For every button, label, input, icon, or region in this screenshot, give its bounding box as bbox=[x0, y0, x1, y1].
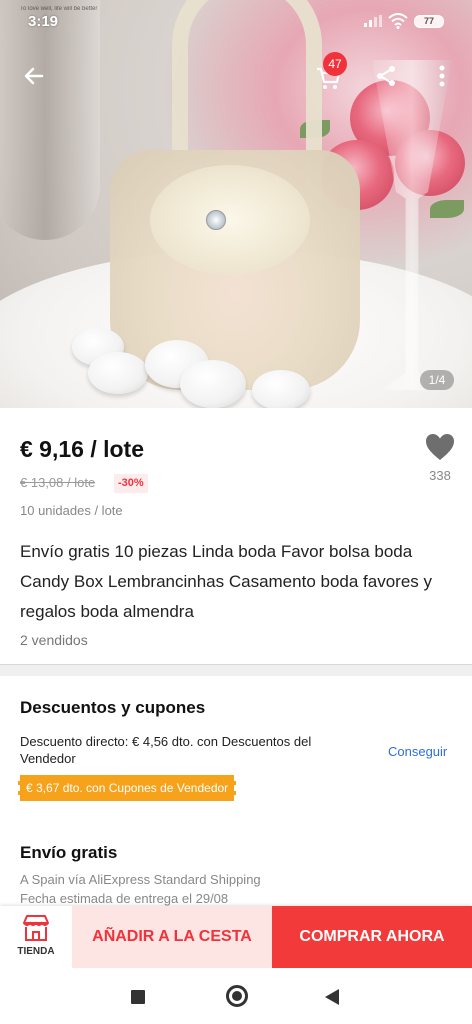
delivery-estimate: Fecha estimada de entrega el 29/08 bbox=[20, 891, 229, 906]
almond bbox=[252, 370, 310, 408]
wishlist-count: 338 bbox=[429, 468, 451, 483]
cart-count-badge: 47 bbox=[323, 52, 347, 76]
signal-icon bbox=[364, 15, 382, 27]
share-button[interactable] bbox=[368, 58, 404, 94]
store-icon bbox=[23, 915, 49, 941]
bag-gem bbox=[206, 210, 226, 230]
shipping-route: A Spain vía AliExpress Standard Shipping bbox=[20, 872, 261, 887]
buy-now-button[interactable]: COMPRAR AHORA bbox=[272, 906, 472, 968]
bag-bow bbox=[150, 165, 310, 275]
share-icon bbox=[377, 66, 395, 86]
glass-left bbox=[0, 0, 100, 240]
more-vertical-icon bbox=[439, 65, 445, 87]
store-label: TIENDA bbox=[17, 946, 55, 957]
back-triangle-icon[interactable] bbox=[325, 989, 339, 1005]
status-bar: To love well, life will be better 3:19 7… bbox=[0, 0, 472, 34]
home-icon[interactable] bbox=[226, 985, 248, 1007]
wifi-icon bbox=[388, 13, 408, 29]
wishlist-button[interactable] bbox=[424, 432, 456, 462]
get-coupon-link[interactable]: Conseguir bbox=[388, 744, 447, 759]
status-time: 3:19 bbox=[28, 13, 59, 30]
image-counter: 1/4 bbox=[420, 370, 454, 390]
heart-icon bbox=[426, 434, 454, 460]
more-button[interactable] bbox=[424, 58, 460, 94]
almond bbox=[180, 360, 246, 408]
section-divider bbox=[0, 664, 472, 676]
units-per-lot: 10 unidades / lote bbox=[20, 503, 123, 518]
product-title: Envío gratis 10 piezas Linda boda Favor … bbox=[20, 542, 433, 621]
back-button[interactable] bbox=[16, 58, 52, 94]
store-button[interactable]: TIENDA bbox=[0, 906, 72, 968]
arrow-left-icon bbox=[24, 67, 44, 85]
almond bbox=[88, 352, 148, 394]
shipping-title: Envío gratis bbox=[20, 843, 118, 862]
bottom-action-bar: TIENDA AÑADIR A LA CESTA COMPRAR AHORA bbox=[0, 906, 472, 968]
brand-text: To love well, life will be better bbox=[20, 6, 98, 12]
seller-coupon-tag[interactable]: € 3,67 dto. con Cupones de Vendedor bbox=[18, 775, 237, 801]
battery-icon: 77 bbox=[414, 15, 444, 28]
direct-discount-text: Descuento directo: € 4,56 dto. con Descu… bbox=[20, 734, 312, 766]
sold-count: 2 vendidos bbox=[20, 632, 88, 648]
add-to-cart-button[interactable]: AÑADIR A LA CESTA bbox=[72, 906, 272, 968]
system-nav-bar bbox=[0, 968, 472, 1024]
recents-icon[interactable] bbox=[131, 990, 145, 1004]
original-price: € 13,08 / lote bbox=[20, 475, 96, 490]
discount-badge: -30% bbox=[114, 474, 148, 493]
product-price: € 9,16 / lote bbox=[20, 436, 145, 462]
coupons-title: Descuentos y cupones bbox=[20, 698, 206, 717]
